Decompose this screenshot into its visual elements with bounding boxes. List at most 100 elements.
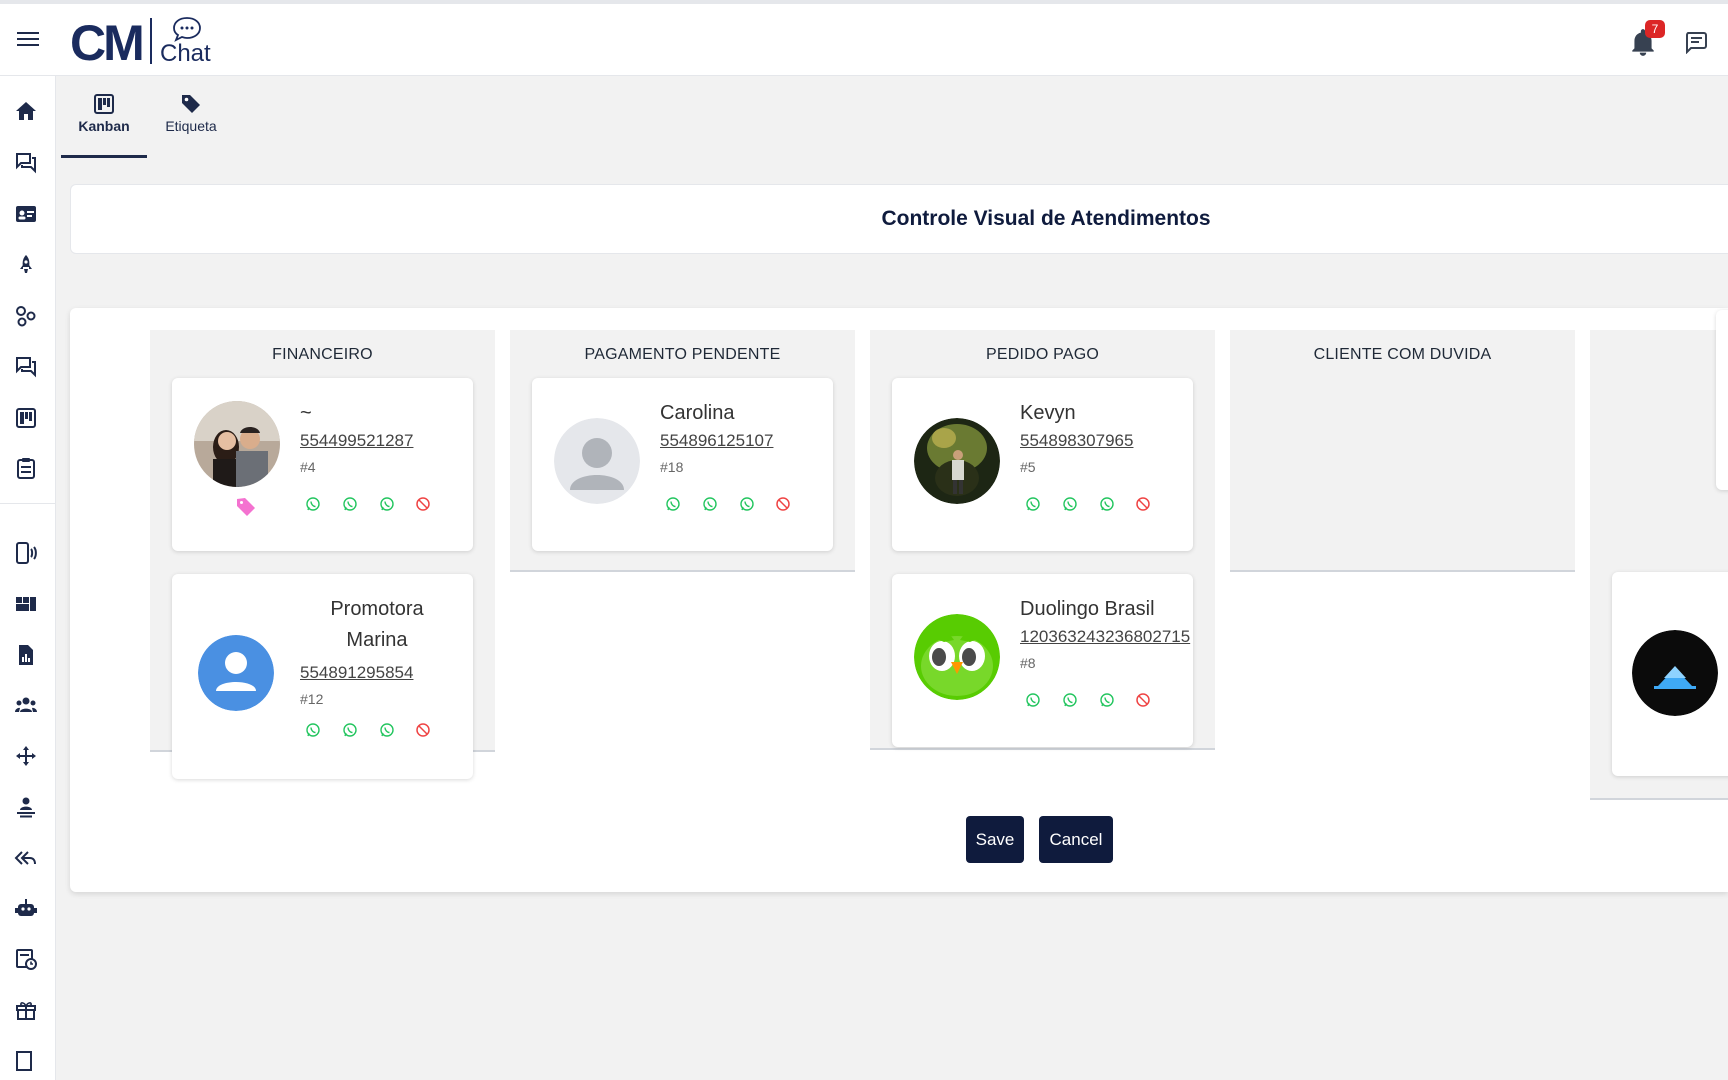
logo[interactable]: CM Chat	[70, 12, 220, 72]
top-bar: CM Chat 7	[0, 0, 1728, 76]
tab-etiqueta[interactable]: Etiqueta	[148, 92, 234, 158]
tag-icon[interactable]	[235, 496, 257, 518]
kanban-icon[interactable]	[12, 404, 40, 432]
whatsapp-icon[interactable]	[665, 496, 681, 512]
ticket-card[interactable]: Kevyn 554898307965 #5	[892, 378, 1193, 551]
whatsapp-icon[interactable]	[305, 496, 321, 512]
whatsapp-icon[interactable]	[1025, 496, 1041, 512]
sidebar	[0, 76, 56, 1080]
ticket-card[interactable]: Promotora Marina 554891295854 #12	[172, 574, 473, 779]
card-actions	[305, 496, 465, 512]
whatsapp-icon[interactable]	[379, 722, 395, 738]
whatsapp-icon[interactable]	[1062, 496, 1078, 512]
user-queue-icon[interactable]	[12, 793, 40, 821]
chat-icon[interactable]	[12, 353, 40, 381]
robot-icon[interactable]	[12, 894, 40, 922]
kanban-column: PAGAMENTO PENDENTE Carolina 554896125107…	[510, 330, 855, 572]
contact-name: Carolina	[660, 402, 735, 424]
forum-icon[interactable]	[12, 149, 40, 177]
column-title: PEDIDO PAGO	[985, 346, 1100, 363]
card-actions	[1025, 692, 1185, 708]
ticket-id: #8	[1020, 655, 1036, 671]
contact-phone[interactable]: 554891295854	[300, 663, 413, 683]
avatar	[914, 614, 1000, 700]
clipboard-icon[interactable]	[12, 454, 40, 482]
kanban-board: FINANCEIRO ~ 554499521287 #4 Promotora M…	[70, 308, 1728, 892]
whatsapp-icon[interactable]	[342, 496, 358, 512]
whatsapp-icon[interactable]	[739, 496, 755, 512]
page-title: Controle Visual de Atendimentos	[881, 207, 1211, 230]
reply-all-icon[interactable]	[12, 844, 40, 872]
messages-icon[interactable]	[1683, 30, 1709, 54]
tag-icon	[182, 95, 200, 113]
tab-bar: Kanban Etiqueta	[56, 76, 1728, 158]
ticket-id: #5	[1020, 459, 1036, 475]
ticket-card[interactable]: ~ 554499521287 #4	[172, 378, 473, 551]
contact-name: Promotora Marina	[330, 598, 424, 651]
avatar	[914, 418, 1000, 504]
contact-card-icon[interactable]	[12, 200, 40, 228]
contact-phone[interactable]: 120363243236802715	[1020, 627, 1190, 647]
schedule-icon[interactable]	[12, 945, 40, 973]
notification-badge: 7	[1645, 20, 1665, 38]
ticket-card[interactable]	[1612, 572, 1728, 776]
avatar	[194, 401, 280, 487]
tab-label: Kanban	[78, 118, 130, 134]
logo-divider	[150, 18, 152, 64]
ticket-card[interactable]: Carolina 554896125107 #18	[532, 378, 833, 551]
kanban-column: PEDIDO PAGO Kevyn 554898307965 #5 Duolin…	[870, 330, 1215, 750]
card-actions	[305, 722, 465, 738]
block-icon[interactable]	[775, 496, 791, 512]
kanban-column	[1590, 310, 1728, 800]
contact-name: Duolingo Brasil	[1020, 598, 1155, 620]
gift-icon[interactable]	[12, 996, 40, 1024]
kanban-column: CLIENTE COM DUVIDA	[1230, 330, 1575, 572]
exit-icon[interactable]	[12, 1046, 40, 1074]
ticket-card[interactable]	[1716, 310, 1728, 490]
card-actions	[1025, 496, 1185, 512]
move-icon[interactable]	[12, 742, 40, 770]
contact-phone[interactable]: 554499521287	[300, 431, 413, 451]
home-icon[interactable]	[12, 97, 40, 125]
contact-name: ~	[300, 402, 312, 424]
groups-circles-icon[interactable]	[12, 302, 40, 330]
rocket-icon[interactable]	[12, 251, 40, 279]
tab-kanban[interactable]: Kanban	[61, 92, 147, 158]
whatsapp-icon[interactable]	[305, 722, 321, 738]
whatsapp-icon[interactable]	[342, 722, 358, 738]
cancel-button[interactable]: Cancel	[1039, 816, 1113, 863]
phone-connection-icon[interactable]	[12, 539, 40, 567]
whatsapp-icon[interactable]	[379, 496, 395, 512]
logo-subtext: Chat	[160, 40, 211, 67]
ticket-card[interactable]: Duolingo Brasil 120363243236802715 #8	[892, 574, 1193, 747]
block-icon[interactable]	[1135, 692, 1151, 708]
block-icon[interactable]	[1135, 496, 1151, 512]
people-icon[interactable]	[12, 691, 40, 719]
contact-phone[interactable]: 554896125107	[660, 431, 773, 451]
whatsapp-icon[interactable]	[1099, 692, 1115, 708]
card-actions	[665, 496, 825, 512]
whatsapp-icon[interactable]	[702, 496, 718, 512]
chat-bubble-icon	[173, 17, 201, 42]
whatsapp-icon[interactable]	[1062, 692, 1078, 708]
block-icon[interactable]	[415, 496, 431, 512]
page-header-card: Controle Visual de Atendimentos	[70, 184, 1728, 254]
logo-text: CM	[70, 15, 145, 71]
contact-phone[interactable]: 554898307965	[1020, 431, 1133, 451]
whatsapp-icon[interactable]	[1025, 692, 1041, 708]
sidebar-divider	[0, 503, 56, 504]
ticket-id: #4	[300, 459, 316, 475]
avatar	[198, 635, 274, 711]
block-icon[interactable]	[415, 722, 431, 738]
menu-icon[interactable]	[14, 28, 42, 52]
ticket-id: #12	[300, 691, 324, 707]
kanban-icon	[94, 94, 114, 114]
save-button[interactable]: Save	[966, 816, 1024, 863]
kanban-column: FINANCEIRO ~ 554499521287 #4 Promotora M…	[150, 330, 495, 779]
contact-name: Kevyn	[1020, 402, 1076, 424]
whatsapp-icon[interactable]	[1099, 496, 1115, 512]
dashboard-icon[interactable]	[12, 590, 40, 618]
report-icon[interactable]	[12, 641, 40, 669]
ticket-id: #18	[660, 459, 684, 475]
column-title: PAGAMENTO PENDENTE	[584, 346, 781, 363]
